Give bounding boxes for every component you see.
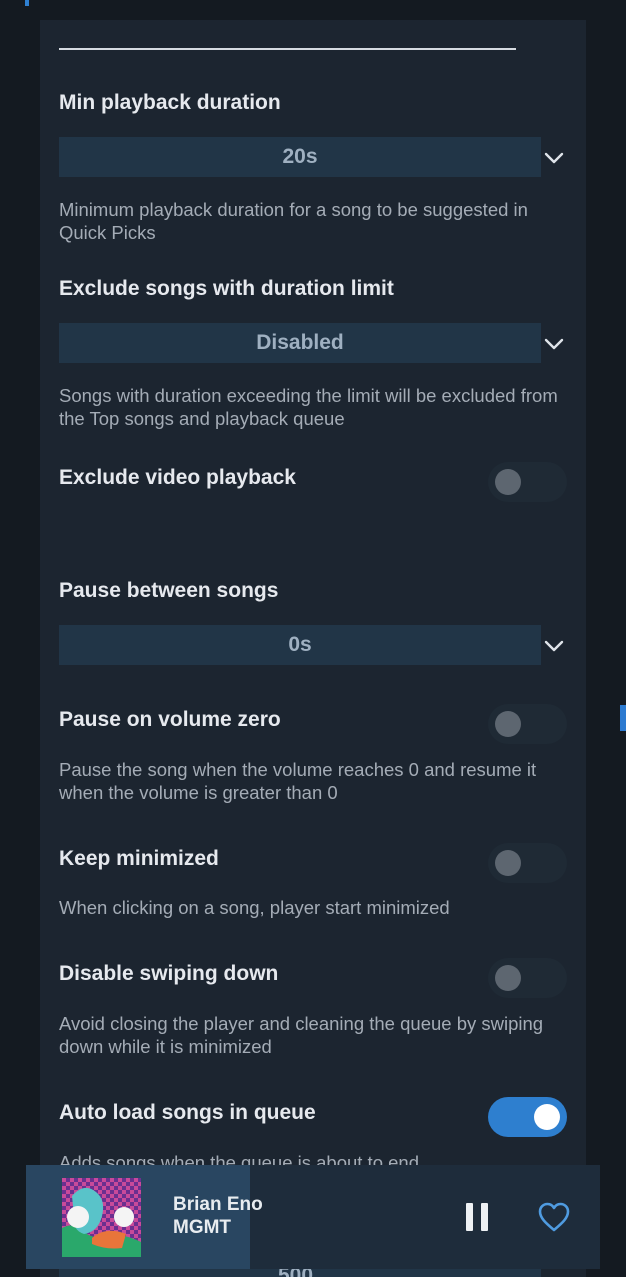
disable-swipe-toggle[interactable]: [488, 958, 567, 998]
keep-minimized-toggle[interactable]: [488, 843, 567, 883]
toggle-knob: [495, 469, 521, 495]
auto-load-toggle[interactable]: [488, 1097, 567, 1137]
section-divider: [59, 48, 516, 50]
chevron-down-icon[interactable]: [543, 337, 565, 351]
pause-volume-zero-title: Pause on volume zero: [59, 708, 281, 731]
chevron-down-icon[interactable]: [543, 639, 565, 653]
keep-minimized-description: When clicking on a song, player start mi…: [59, 897, 450, 918]
pause-icon: [466, 1203, 473, 1231]
heart-icon[interactable]: [537, 1201, 571, 1233]
track-title: Brian Eno: [173, 1194, 263, 1215]
pause-between-select[interactable]: 0s: [59, 625, 541, 665]
exclude-video-title: Exclude video playback: [59, 466, 296, 489]
mini-player[interactable]: Brian Eno MGMT: [26, 1165, 600, 1269]
min-playback-select[interactable]: 20s: [59, 137, 541, 177]
toggle-knob: [534, 1104, 560, 1130]
exclude-duration-select[interactable]: Disabled: [59, 323, 541, 363]
chevron-down-icon[interactable]: [543, 151, 565, 165]
disable-swipe-description: Avoid closing the player and cleaning th…: [59, 1013, 544, 1057]
pause-button[interactable]: [466, 1203, 488, 1231]
exclude-duration-title: Exclude songs with duration limit: [59, 277, 394, 300]
toggle-knob: [495, 965, 521, 991]
exclude-duration-description: Songs with duration exceeding the limit …: [59, 385, 558, 429]
min-playback-title: Min playback duration: [59, 91, 281, 114]
disable-swipe-title: Disable swiping down: [59, 962, 279, 985]
keep-minimized-title: Keep minimized: [59, 847, 219, 870]
album-art: [62, 1178, 141, 1257]
pause-between-title: Pause between songs: [59, 579, 279, 602]
pause-volume-zero-toggle[interactable]: [488, 704, 567, 744]
exclude-video-toggle[interactable]: [488, 462, 567, 502]
pause-volume-zero-description: Pause the song when the volume reaches 0…: [59, 759, 537, 803]
auto-load-title: Auto load songs in queue: [59, 1101, 316, 1124]
top-accent-bar: [25, 0, 29, 6]
toggle-knob: [495, 711, 521, 737]
min-playback-description: Minimum playback duration for a song to …: [59, 199, 528, 243]
toggle-knob: [495, 850, 521, 876]
pause-icon: [481, 1203, 488, 1231]
scrollbar-thumb[interactable]: [620, 705, 626, 731]
track-artist: MGMT: [173, 1217, 232, 1238]
